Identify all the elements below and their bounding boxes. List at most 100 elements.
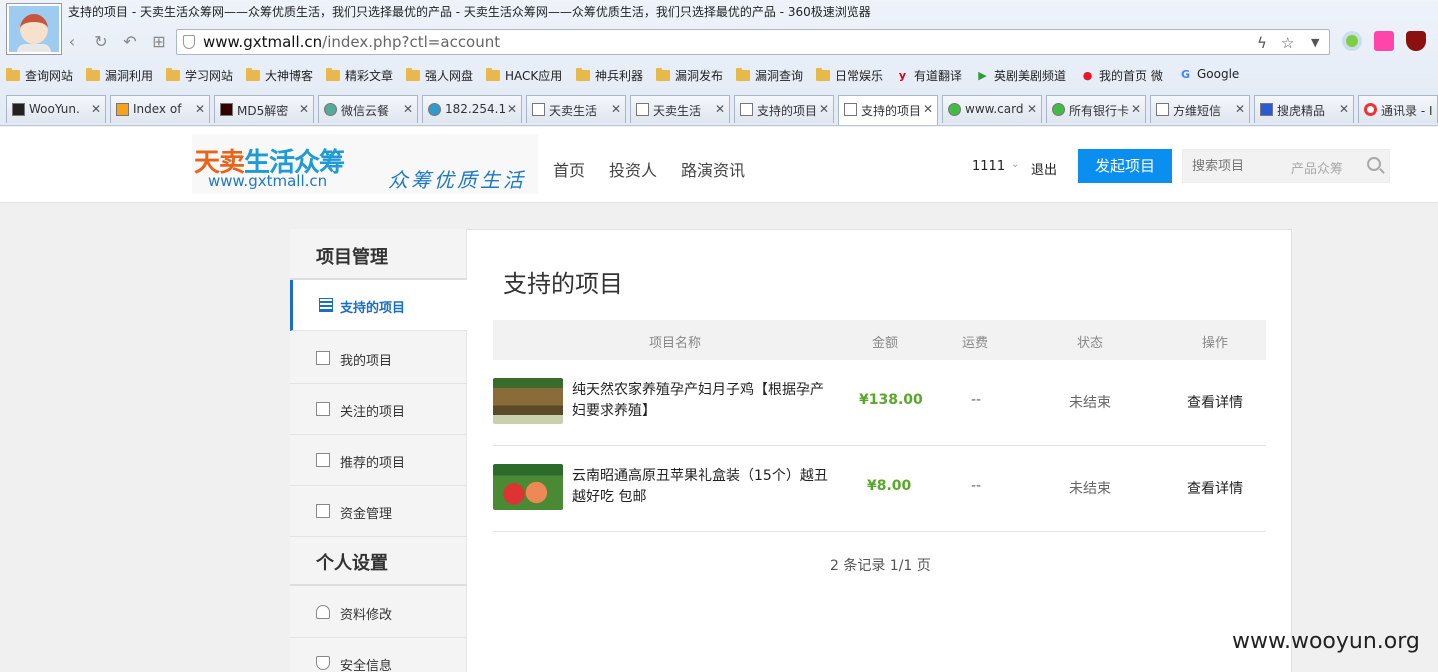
bookmark-folder[interactable]: 日常娱乐 [816, 67, 883, 84]
close-icon[interactable]: ✕ [195, 102, 205, 116]
extension-green-icon[interactable] [1342, 31, 1362, 51]
sidebar-item-profile[interactable]: 资料修改 [290, 587, 467, 638]
close-icon[interactable]: ✕ [1235, 102, 1245, 116]
browser-tab[interactable]: Index of ✕ [110, 95, 210, 123]
sidebar-item-recommended[interactable]: 推荐的项目 [290, 435, 467, 486]
bookmark-folder[interactable]: 查询网站 [6, 67, 73, 84]
back-icon[interactable]: ‹ [63, 33, 81, 51]
bookmark-folder[interactable]: 强人网盘 [406, 67, 473, 84]
product-thumbnail[interactable] [493, 378, 563, 424]
search-input[interactable] [1183, 150, 1287, 182]
browser-tab[interactable]: WooYun. ✕ [6, 95, 106, 123]
ublock-icon[interactable] [1406, 31, 1426, 51]
bookmark-link[interactable]: ● 我的首页 微 [1081, 67, 1163, 84]
nav-home[interactable]: 首页 [553, 157, 585, 181]
refresh-icon[interactable]: ↻ [92, 33, 110, 51]
browser-tab[interactable]: MD5解密 ✕ [214, 95, 314, 123]
bookmark-folder[interactable]: 大神博客 [246, 67, 313, 84]
site-logo[interactable]: 天卖生活众筹 www.gxtmall.cn 众筹优质生活 [192, 134, 538, 194]
browser-tab[interactable]: 所有银行卡 ✕ [1046, 95, 1146, 123]
nav-roadshow[interactable]: 路演资讯 [681, 157, 745, 181]
bookmark-folder[interactable]: 漏洞发布 [656, 67, 723, 84]
product-thumbnail[interactable] [493, 464, 563, 510]
close-icon[interactable]: ✕ [91, 102, 101, 116]
table-row: 纯天然农家养殖孕产妇月子鸡【根据孕产妇要求养殖】 ¥138.00 -- 未结束 … [493, 360, 1266, 446]
browser-tab[interactable]: 天卖生活 ✕ [526, 95, 626, 123]
dropdown-icon[interactable]: ▼ [1311, 36, 1319, 49]
close-icon[interactable]: ✕ [507, 102, 517, 116]
folder-icon [246, 68, 260, 81]
browser-tab-active[interactable]: 支持的项目 ✕ [838, 95, 938, 125]
chevron-down-icon[interactable]: ⌄ [1011, 159, 1019, 170]
sidebar-item-funds[interactable]: 资金管理 [290, 486, 467, 537]
project-name-link[interactable]: 云南昭通高原丑苹果礼盒装（15个）越丑越好吃 包邮 [572, 466, 832, 508]
close-icon[interactable]: ✕ [611, 102, 621, 116]
close-icon[interactable]: ✕ [1339, 102, 1349, 116]
tab-favicon [220, 103, 233, 116]
google-icon: G [1180, 67, 1191, 81]
bookmark-folder[interactable]: 学习网站 [166, 67, 233, 84]
page-icon [532, 103, 545, 116]
sidebar-item-supported[interactable]: 支持的项目 [290, 280, 467, 331]
extension-pink-icon[interactable] [1374, 31, 1394, 51]
close-icon[interactable]: ✕ [403, 102, 413, 116]
bookmark-folder[interactable]: 神兵利器 [576, 67, 643, 84]
search-category-select[interactable]: 产品众筹 [1291, 158, 1343, 177]
bookmark-folder[interactable]: 精彩文章 [326, 67, 393, 84]
bookmark-link[interactable]: ▶ 英剧美剧频道 [976, 67, 1066, 84]
col-status: 状态 [1077, 336, 1104, 351]
close-icon[interactable]: ✕ [923, 102, 933, 116]
bookmark-link[interactable]: y 有道翻译 [896, 67, 962, 84]
browser-tab[interactable]: 天卖生活 ✕ [630, 95, 730, 123]
folder-icon [406, 68, 420, 81]
user-avatar[interactable] [7, 4, 61, 54]
bookmark-link[interactable]: G Google [1179, 67, 1239, 81]
status-value: 未结束 [1069, 481, 1111, 497]
close-icon[interactable]: ✕ [715, 102, 725, 116]
nav-investors[interactable]: 投资人 [609, 157, 657, 181]
frog-icon [948, 103, 961, 116]
bookmarks-bar: 查询网站 漏洞利用 学习网站 大神博客 精彩文章 强人网盘 HACK应用 神兵利… [0, 62, 1438, 88]
folder-icon [86, 68, 100, 81]
page-icon [844, 103, 857, 116]
baidu-icon [1260, 103, 1273, 116]
view-details-link[interactable]: 查看详情 [1187, 392, 1243, 412]
search-icon[interactable] [1367, 157, 1381, 171]
grid-icon[interactable]: ⊞ [150, 33, 168, 51]
sidebar-item-followed[interactable]: 关注的项目 [290, 384, 467, 435]
lightning-icon[interactable]: ϟ [1257, 34, 1267, 52]
browser-tab[interactable]: 搜虎精品 ✕ [1254, 95, 1354, 123]
folder-icon [166, 68, 180, 81]
browser-tab[interactable]: 微信云餐 ✕ [318, 95, 418, 123]
address-text[interactable]: www.gxtmall.cn/index.php?ctl=account [203, 33, 500, 51]
calendar-icon [316, 504, 330, 518]
view-details-link[interactable]: 查看详情 [1187, 478, 1243, 498]
browser-tab[interactable]: www.card ✕ [942, 95, 1042, 123]
undo-icon[interactable]: ↶ [121, 33, 139, 51]
frog-icon [1052, 103, 1065, 116]
folder-icon [816, 68, 830, 81]
sidebar-item-security[interactable]: 安全信息 [290, 638, 467, 672]
logout-link[interactable]: 退出 [1031, 159, 1057, 178]
bookmark-folder[interactable]: 漏洞查询 [736, 67, 803, 84]
folder-icon [656, 68, 670, 81]
browser-tab[interactable]: 支持的项目 ✕ [734, 95, 834, 123]
browser-tab[interactable]: 182.254.1 ✕ [422, 95, 522, 123]
bookmark-folder[interactable]: 漏洞利用 [86, 67, 153, 84]
close-icon[interactable]: ✕ [1027, 102, 1037, 116]
col-shipping: 运费 [962, 336, 989, 351]
sidebar-item-my-projects[interactable]: 我的项目 [290, 333, 467, 384]
close-icon[interactable]: ✕ [1131, 102, 1141, 116]
browser-tab[interactable]: 方维短信 ✕ [1150, 95, 1250, 123]
user-menu[interactable]: 1111 [972, 159, 1005, 174]
address-bar[interactable]: www.gxtmall.cn/index.php?ctl=account ϟ ☆… [176, 29, 1330, 55]
close-icon[interactable]: ✕ [819, 102, 829, 116]
project-name-link[interactable]: 纯天然农家养殖孕产妇月子鸡【根据孕产妇要求养殖】 [572, 380, 832, 422]
close-icon[interactable]: ✕ [299, 102, 309, 116]
bookmark-folder[interactable]: HACK应用 [486, 67, 562, 84]
tab-favicon [324, 103, 337, 116]
star-icon[interactable]: ☆ [1281, 34, 1294, 52]
launch-project-button[interactable]: 发起项目 [1078, 149, 1172, 183]
document-icon [316, 453, 330, 467]
browser-tab[interactable]: 通讯录 - I [1358, 95, 1438, 123]
